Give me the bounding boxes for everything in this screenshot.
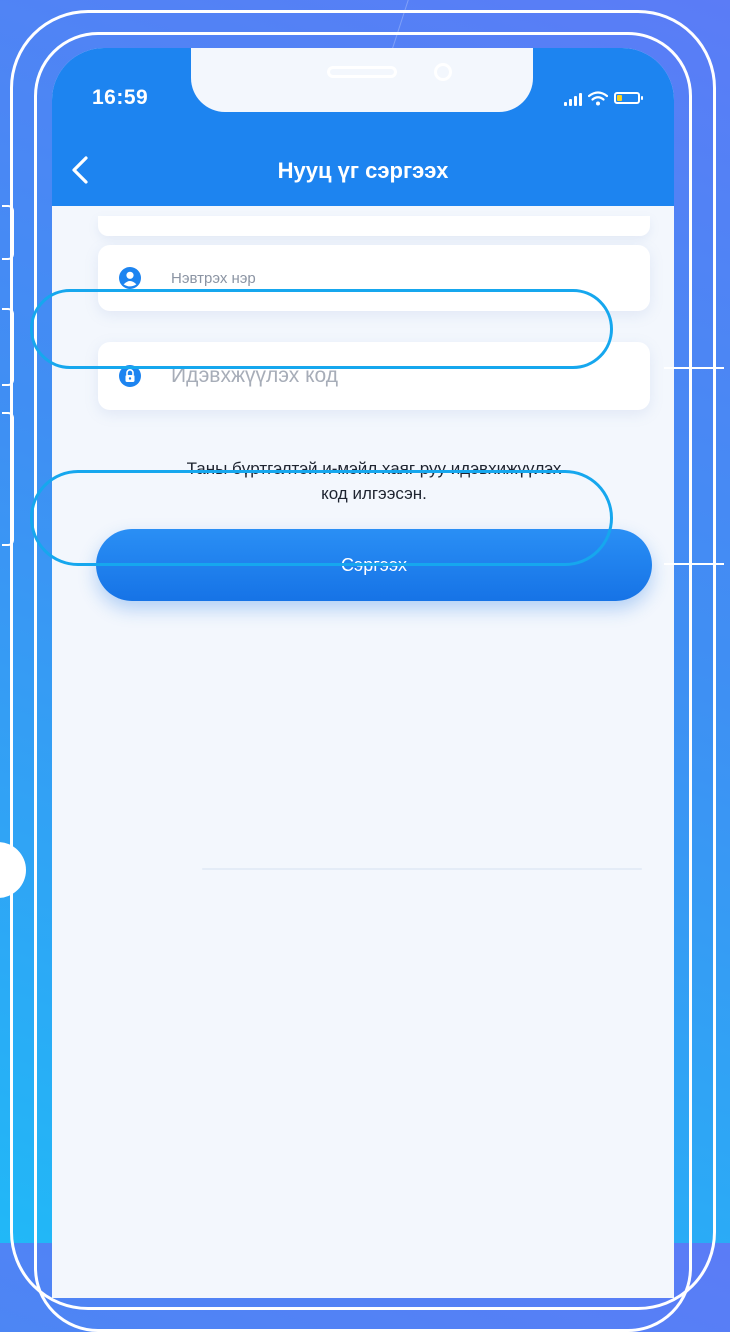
activation-code-field[interactable]	[98, 342, 650, 410]
info-message-line-2: код илгээсэн.	[321, 484, 427, 503]
username-field[interactable]	[98, 245, 650, 311]
info-message-line-1: Таны бүртгэлтэй и-мэйл хаяг руу идэвхижү…	[186, 459, 562, 478]
restore-button[interactable]: Сэргээх	[96, 529, 652, 601]
info-message: Таны бүртгэлтэй и-мэйл хаяг руу идэвхижү…	[98, 456, 650, 506]
speaker-grille	[327, 66, 397, 78]
phone-screen: 16:59 Нууц үг сэргээх Нэвтрэх нэр Идэвхж…	[52, 48, 674, 1298]
app-header: 16:59 Нууц үг сэргээх	[52, 48, 674, 206]
user-icon	[119, 267, 141, 289]
battery-level	[617, 95, 622, 101]
wifi-icon	[588, 91, 608, 106]
status-icons	[564, 88, 643, 106]
battery-icon	[614, 92, 643, 104]
callout-line-code	[664, 367, 724, 369]
page-title: Нууц үг сэргээх	[277, 158, 449, 183]
phone-side-button-volume-down	[2, 412, 14, 546]
status-time: 16:59	[92, 86, 149, 109]
callout-line-button	[664, 563, 724, 565]
username-input[interactable]	[171, 269, 591, 287]
phone-side-button-volume-up	[2, 308, 14, 386]
front-camera	[434, 63, 452, 81]
faint-divider	[202, 868, 642, 870]
signal-icon	[564, 92, 582, 106]
phone-side-button-silent	[2, 205, 14, 260]
card-edge	[98, 216, 650, 236]
lock-icon	[119, 365, 141, 387]
activation-code-input[interactable]	[171, 364, 591, 388]
phone-notch	[191, 48, 533, 112]
